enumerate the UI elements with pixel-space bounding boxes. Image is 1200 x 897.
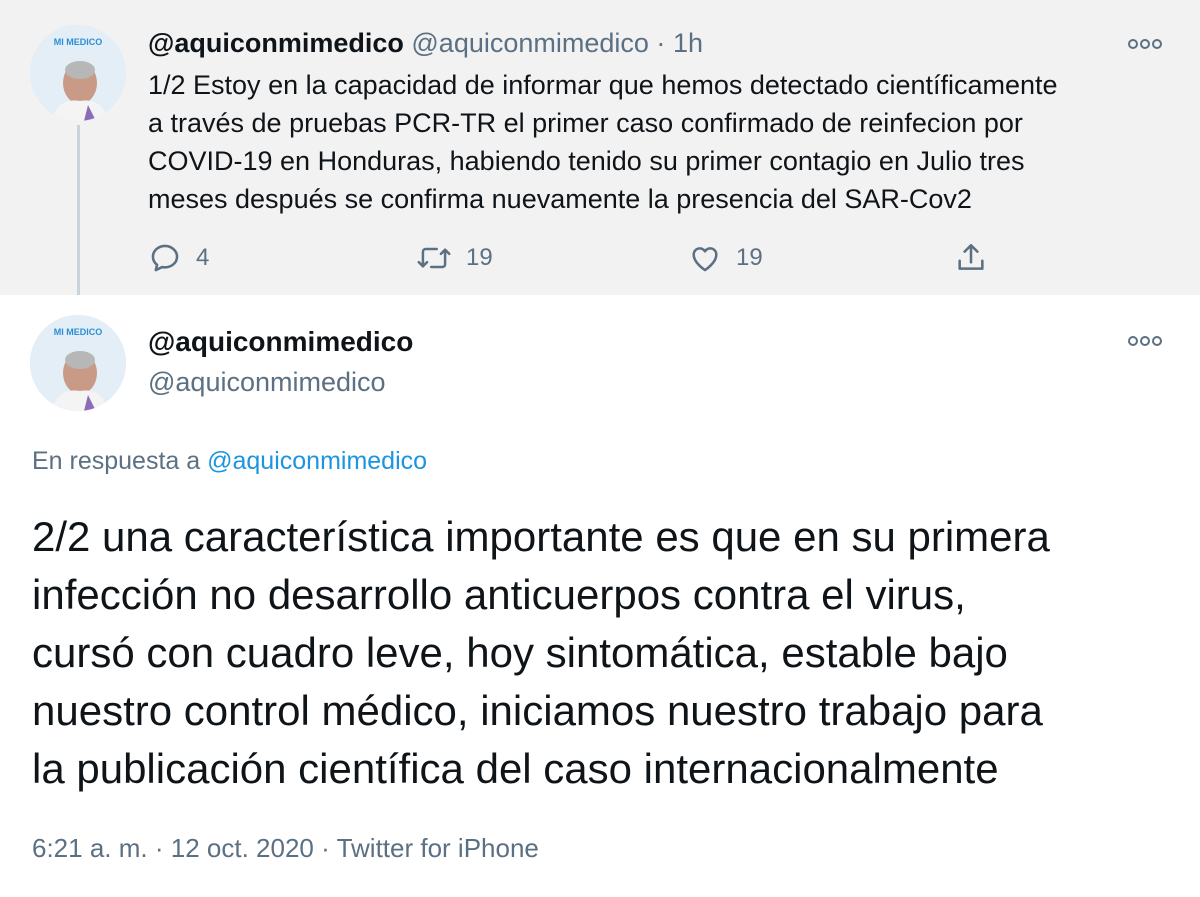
main-tweet: MI MEDICO @aquiconmimedico @aquiconmimed… xyxy=(0,295,1200,897)
parent-action-bar: 4 19 19 xyxy=(148,236,1008,280)
tweet-metadata: 6:21 a. m. · 12 oct. 2020 · Twitter for … xyxy=(32,833,539,864)
main-display-name[interactable]: @aquiconmimedico xyxy=(148,326,413,358)
reply-to-link[interactable]: @aquiconmimedico xyxy=(207,447,427,475)
main-text-line: la publicación científica del caso inter… xyxy=(32,745,999,792)
reply-count: 4 xyxy=(196,244,210,271)
parent-avatar[interactable]: MI MEDICO xyxy=(30,25,126,121)
like-button[interactable]: 19 xyxy=(688,236,763,280)
main-text-line: nuestro control médico, iniciamos nuestr… xyxy=(32,687,1043,734)
retweet-count: 19 xyxy=(466,244,493,271)
parent-tweet-header: @aquiconmimedico @aquiconmimedico · 1h xyxy=(148,28,703,59)
reply-prefix: En respuesta a xyxy=(32,447,201,475)
share-icon xyxy=(958,243,984,270)
avatar-logo-text: MI MEDICO xyxy=(54,37,103,47)
retweet-button[interactable]: 19 xyxy=(416,236,493,280)
thread-connector-line xyxy=(77,125,80,303)
main-text-line: infección no desarrollo anticuerpos cont… xyxy=(32,571,966,618)
like-count: 19 xyxy=(736,244,763,271)
parent-text-line: a través de pruebas PCR-TR el primer cas… xyxy=(148,108,1023,138)
parent-tweet-text: 1/2 Estoy en la capacidad de informar qu… xyxy=(148,66,1158,218)
tweet-thread-page: MI MEDICO @aquiconmimedico @aquiconmimed… xyxy=(0,0,1200,897)
parent-handle[interactable]: @aquiconmimedico xyxy=(411,28,649,58)
more-options-icon[interactable] xyxy=(1128,38,1162,50)
reply-context: En respuesta a @aquiconmimedico xyxy=(32,447,427,476)
share-button[interactable] xyxy=(954,236,988,280)
avatar-photo: MI MEDICO xyxy=(30,25,126,121)
parent-tweet[interactable]: MI MEDICO @aquiconmimedico @aquiconmimed… xyxy=(0,0,1200,303)
like-icon xyxy=(692,247,718,272)
tweet-time[interactable]: 6:21 a. m. xyxy=(32,833,148,863)
meta-separator: · xyxy=(154,833,164,863)
retweet-icon xyxy=(417,247,451,269)
tweet-date[interactable]: 12 oct. 2020 xyxy=(171,833,314,863)
parent-timestamp[interactable]: 1h xyxy=(673,28,703,58)
main-handle[interactable]: @aquiconmimedico xyxy=(148,367,386,398)
parent-display-name[interactable]: @aquiconmimedico xyxy=(148,28,404,58)
avatar-logo-text: MI MEDICO xyxy=(54,327,103,337)
tweet-source[interactable]: Twitter for iPhone xyxy=(337,833,539,863)
main-avatar[interactable]: MI MEDICO xyxy=(30,315,126,411)
parent-text-line: 1/2 Estoy en la capacidad de informar qu… xyxy=(148,70,1058,100)
reply-button[interactable]: 4 xyxy=(148,236,209,280)
parent-text-line: COVID-19 en Honduras, habiendo tenido su… xyxy=(148,146,1025,176)
more-options-icon[interactable] xyxy=(1128,335,1162,347)
meta-separator: · xyxy=(321,833,330,863)
main-text-line: cursó con cuadro leve, hoy sintomática, … xyxy=(32,629,1008,676)
reply-icon xyxy=(151,244,179,272)
header-separator: · xyxy=(656,28,666,58)
avatar-photo: MI MEDICO xyxy=(30,315,126,411)
parent-text-line: meses después se confirma nuevamente la … xyxy=(148,184,972,214)
main-text-line: 2/2 una característica importante es que… xyxy=(32,513,1050,560)
main-tweet-text: 2/2 una característica importante es que… xyxy=(32,508,1172,798)
